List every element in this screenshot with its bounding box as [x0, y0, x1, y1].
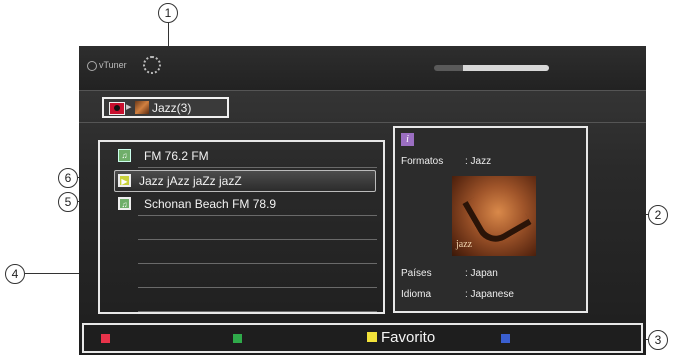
- station-list: ♫ FM 76.2 FM ▶ Jazz jAzz jaZz jazZ ♫ Schonan …: [98, 140, 385, 314]
- album-art: jazz: [452, 176, 536, 256]
- radio-station-icon: ♫: [118, 149, 131, 162]
- breadcrumb[interactable]: ▸ Jazz(3): [102, 97, 229, 118]
- format-label: Formatos: [401, 156, 444, 167]
- play-icon: ▶: [118, 174, 131, 187]
- callout-1: 1: [158, 3, 178, 23]
- yellow-favorite-button[interactable]: [367, 332, 377, 342]
- breadcrumb-separator: ▸: [126, 101, 132, 113]
- station-row[interactable]: ♫ FM 76.2 FM: [100, 146, 383, 168]
- language-value: : Japanese: [465, 289, 514, 300]
- callout-6: 6: [58, 168, 78, 188]
- red-button[interactable]: [101, 334, 110, 343]
- country-label: Países: [401, 268, 432, 279]
- language-label: Idioma: [401, 289, 432, 300]
- row-divider: [138, 239, 377, 240]
- callout-4: 4: [5, 264, 25, 284]
- row-divider: [138, 215, 377, 216]
- top-bar: vTuner: [79, 46, 646, 90]
- loading-spinner-icon: [143, 56, 161, 74]
- radio-station-icon: ♫: [118, 197, 131, 210]
- info-panel: i Formatos : Jazz jazz Países : Japan Id…: [393, 126, 588, 313]
- station-row[interactable]: [100, 218, 383, 240]
- breadcrumb-divider: [79, 122, 646, 123]
- breadcrumb-label: Jazz(3): [152, 101, 192, 115]
- vtuner-logo: vTuner: [87, 60, 127, 71]
- progress-fill: [462, 65, 549, 71]
- row-divider: [138, 167, 377, 168]
- saxophone-image: [462, 178, 532, 250]
- top-divider: [79, 90, 646, 91]
- album-art-text: jazz: [456, 239, 473, 250]
- favorite-label[interactable]: Favorito: [381, 329, 435, 346]
- color-button-bar: Favorito: [82, 323, 643, 353]
- internet-radio-icon: [109, 102, 125, 115]
- globe-icon: [87, 60, 97, 71]
- station-row[interactable]: [100, 242, 383, 264]
- progress-bar: [434, 65, 549, 71]
- tv-screen: vTuner ▸ Jazz(3) ♫ FM 76.2 FM ▶ Jazz jAzz j…: [79, 46, 646, 355]
- info-icon: i: [401, 133, 414, 146]
- row-divider: [138, 263, 377, 264]
- format-value: : Jazz: [465, 156, 492, 167]
- callout-5: 5: [58, 192, 78, 212]
- station-row[interactable]: [100, 266, 383, 288]
- station-row[interactable]: [100, 290, 383, 312]
- station-row[interactable]: ♫ Schonan Beach FM 78.9: [100, 194, 383, 216]
- country-value: : Japan: [465, 268, 498, 279]
- callout-2: 2: [648, 205, 668, 225]
- callout-3: 3: [648, 330, 668, 350]
- station-name: Jazz jAzz jaZz jazZ: [139, 174, 242, 188]
- blue-button[interactable]: [501, 334, 510, 343]
- row-divider: [138, 287, 377, 288]
- jazz-genre-icon: [135, 101, 149, 114]
- station-row[interactable]: ▶ Jazz jAzz jaZz jazZ: [114, 170, 376, 192]
- station-name: Schonan Beach FM 78.9: [144, 197, 277, 211]
- station-name: FM 76.2 FM: [144, 149, 209, 163]
- row-divider: [138, 311, 377, 312]
- green-button[interactable]: [233, 334, 242, 343]
